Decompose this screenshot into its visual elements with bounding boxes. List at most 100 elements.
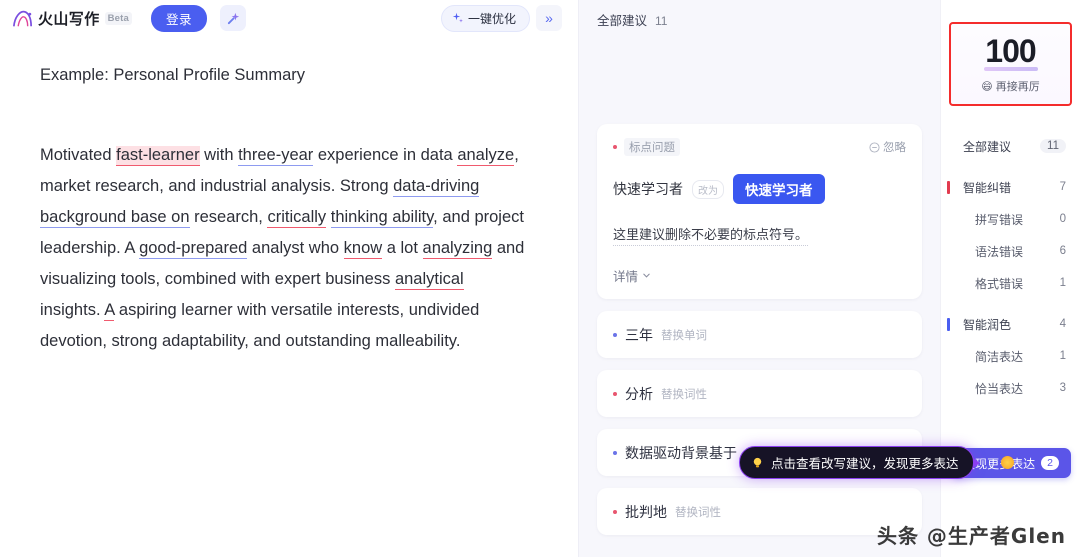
doc-marked-run[interactable]: fast-learner [116, 146, 200, 166]
sidebar-item-marker [947, 180, 950, 194]
document-paragraph: Motivated fast-learner with three-year e… [40, 140, 526, 357]
sidebar-item-label: 简洁表达 [975, 349, 1024, 364]
suggestion-card[interactable]: 分析 替换词性 [597, 370, 922, 417]
sidebar-item-0[interactable]: 全部建议 11 [941, 130, 1080, 162]
card-bullet-icon [613, 451, 617, 455]
tooltip-text: 点击查看改写建议，发现更多表达 [771, 457, 959, 471]
doc-marked-run[interactable]: analyzing [422, 239, 493, 259]
sidebar-category-list: 全部建议 11 智能纠错 7 拼写错误 0 语法错误 6 格式错误 1 智能润色 4 简洁表达 1 恰当表达… [941, 130, 1080, 404]
app-root: 火山写作 Beta 登录 一键优化 » Example: Personal Pr… [0, 0, 1080, 557]
doc-marked-run[interactable]: know [343, 239, 383, 259]
sidebar-item-label: 智能润色 [963, 317, 1012, 332]
doc-marked-run[interactable]: critically [267, 208, 327, 228]
sidebar-item-count: 7 [1059, 181, 1066, 193]
suggestion-card[interactable]: 三年 替换单词 [597, 311, 922, 358]
doc-text-run: with [199, 146, 239, 164]
score-label: 😄 再接再厉 [981, 78, 1039, 94]
card-header: 标点问题 忽略 [613, 138, 906, 156]
card-bullet-icon [613, 333, 617, 337]
chevron-down-icon [643, 273, 650, 278]
sidebar-separator [941, 162, 1080, 171]
ignore-label: 忽略 [883, 142, 906, 154]
watermark: 头条 @生产者Glen [876, 524, 1066, 548]
document-area[interactable]: Example: Personal Profile Summary Motiva… [0, 36, 578, 357]
score-emoji-icon: 😄 [981, 80, 993, 93]
sidebar-item-label: 恰当表达 [975, 381, 1024, 396]
sidebar-item-3[interactable]: 语法错误 6 [941, 235, 1080, 267]
suggestions-header-count: 11 [655, 14, 668, 28]
doc-marked-run[interactable]: thinking ability [330, 208, 434, 228]
suggestions-header: 全部建议 11 [579, 0, 940, 29]
original-text: 快速学习者 [613, 181, 683, 197]
suggestion-action-label: 替换词性 [661, 389, 707, 401]
doc-marked-run[interactable]: A [104, 301, 115, 321]
card-bullet-icon [613, 392, 617, 396]
card-description: 这里建议删除不必要的标点符号。 [613, 224, 809, 246]
suggestion-row[interactable]: 三年 替换单词 [597, 311, 922, 358]
editor-column: 火山写作 Beta 登录 一键优化 » Example: Personal Pr… [0, 0, 578, 557]
sparkle-icon [452, 12, 463, 23]
double-chevron-right-icon[interactable]: » [536, 5, 562, 31]
apply-replacement-button[interactable]: 快速学习者 [733, 174, 825, 204]
score-box: 100 😄 再接再厉 [949, 22, 1072, 106]
doc-marked-run[interactable]: good-prepared [139, 239, 248, 259]
suggestion-action-label: 替换单词 [661, 330, 707, 342]
sidebar-item-count: 3 [1059, 382, 1066, 394]
sidebar-item-count: 1 [1059, 350, 1066, 362]
sidebar-item-marker [947, 317, 950, 331]
doc-marked-run[interactable]: analytical [394, 270, 464, 290]
card-bullet-icon [613, 145, 617, 149]
lightbulb-icon [753, 457, 762, 468]
sidebar-item-label: 格式错误 [975, 276, 1024, 291]
sidebar-item-label: 智能纠错 [963, 180, 1012, 195]
replacement-row: 快速学习者 改为 快速学习者 [613, 174, 906, 204]
magic-wand-glyph [227, 12, 239, 24]
doc-marked-run[interactable]: analyze [457, 146, 515, 166]
doc-text-run: insights. [40, 301, 105, 319]
change-to-label: 改为 [692, 179, 724, 199]
score-underline-decor [983, 67, 1038, 71]
suggestion-row[interactable]: 批判地 替换词性 [597, 488, 922, 535]
one-click-optimize-label: 一键优化 [467, 11, 516, 26]
doc-text-run: research, [189, 208, 268, 226]
volcano-logo-icon [13, 10, 32, 26]
sidebar-item-5[interactable]: 智能润色 4 [941, 308, 1080, 340]
beta-badge: Beta [104, 11, 133, 25]
sidebar-item-count: 6 [1059, 245, 1066, 257]
one-click-optimize-button[interactable]: 一键优化 [440, 4, 530, 32]
rewrite-hint-tooltip[interactable]: 点击查看改写建议，发现更多表达 [739, 446, 980, 479]
card-details-toggle[interactable]: 详情 [613, 266, 906, 285]
suggestions-header-title: 全部建议 [597, 14, 648, 28]
suggestion-card-expanded[interactable]: 标点问题 忽略 快速学习者 改为 快速学习者 这里建议删除不必要的标点符号。 详… [597, 124, 922, 299]
login-button[interactable]: 登录 [151, 4, 208, 32]
doc-text-run: experience in data [313, 146, 458, 164]
brand-name: 火山写作 [38, 10, 100, 28]
sidebar-item-6[interactable]: 简洁表达 1 [941, 340, 1080, 372]
doc-text-run: analyst who [247, 239, 344, 257]
suggestion-action-label: 替换词性 [675, 507, 721, 519]
brand[interactable]: 火山写作 Beta [12, 8, 133, 29]
toolbar-right-group: 一键优化 » [440, 4, 568, 32]
sidebar-item-label: 全部建议 [963, 139, 1012, 154]
sidebar-item-1[interactable]: 智能纠错 7 [941, 171, 1080, 203]
document-title: Example: Personal Profile Summary [40, 66, 306, 84]
magic-wand-icon[interactable] [220, 5, 247, 31]
card-tag: 标点问题 [624, 138, 680, 156]
suggestion-word: 分析 [625, 386, 653, 402]
sidebar-separator [941, 299, 1080, 308]
sidebar-item-4[interactable]: 格式错误 1 [941, 267, 1080, 299]
doc-marked-run[interactable]: three-year [238, 146, 314, 166]
suggestions-panel: 全部建议 11 标点问题 忽略 快速学习者 改为 快速学习者 这里建议删除不必要… [578, 0, 980, 557]
sidebar-item-2[interactable]: 拼写错误 0 [941, 203, 1080, 235]
sidebar-item-count: 1 [1059, 277, 1066, 289]
sidebar-item-7[interactable]: 恰当表达 3 [941, 372, 1080, 404]
doc-text-run: Motivated [40, 146, 117, 164]
top-toolbar: 火山写作 Beta 登录 一键优化 » [0, 0, 578, 36]
score-value: 100 [985, 33, 1036, 69]
discover-more-badge: 2 [1041, 456, 1059, 470]
suggestion-row[interactable]: 分析 替换词性 [597, 370, 922, 417]
ignore-button[interactable]: 忽略 [869, 139, 906, 155]
minus-circle-icon [869, 141, 880, 153]
suggestion-card[interactable]: 批判地 替换词性 [597, 488, 922, 535]
sidebar-item-count: 0 [1059, 213, 1066, 225]
